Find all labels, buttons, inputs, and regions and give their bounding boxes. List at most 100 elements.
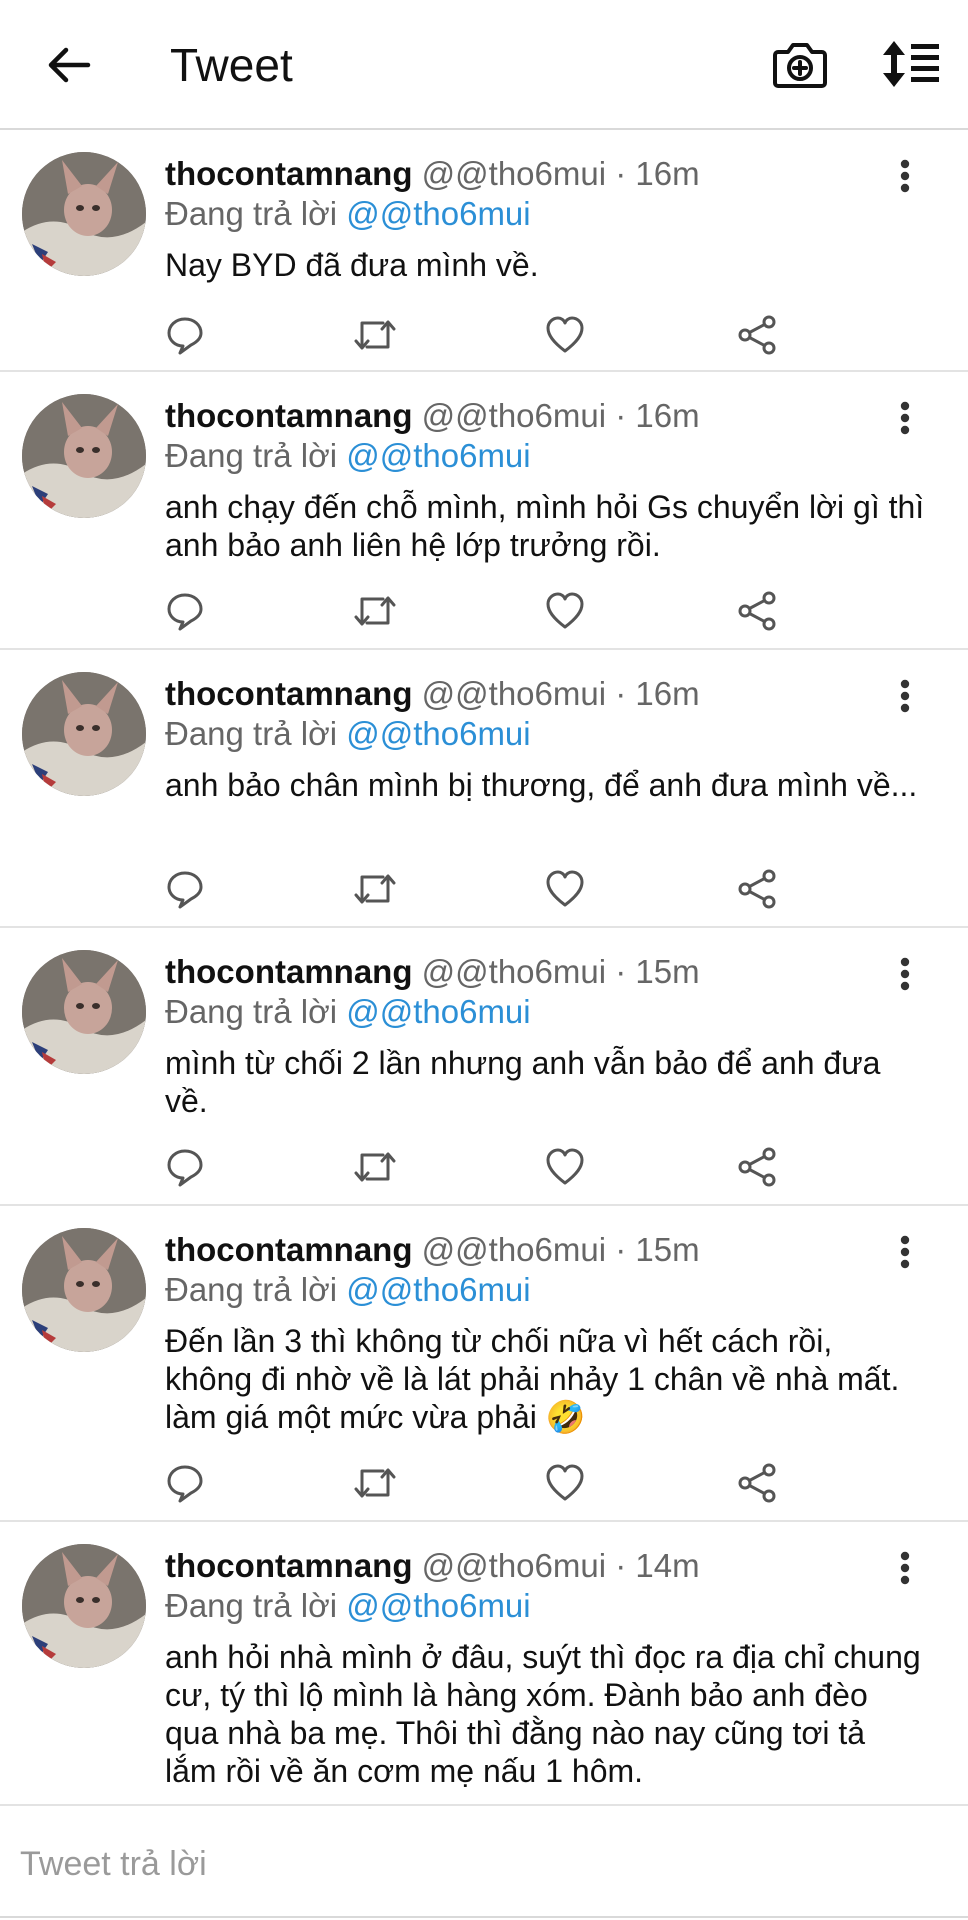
share-icon [738,869,776,909]
tweet-header: thocontamnang @@tho6mui · 15m [165,950,700,994]
tweet-item[interactable]: thocontamnang @@tho6mui · 14m Đang trả l… [0,1522,968,1806]
replying-to: Đang trả lời @@tho6mui [165,712,531,756]
replying-to-link[interactable]: @@tho6mui [346,993,530,1030]
camera-plus-icon [773,43,827,88]
tweet-time: 15m [635,1231,700,1268]
tweet-item[interactable]: thocontamnang @@tho6mui · 15m Đang trả l… [0,928,968,1206]
avatar[interactable] [22,1544,146,1668]
avatar[interactable] [22,672,146,796]
retweet-button[interactable] [350,586,400,636]
replying-to: Đang trả lời @@tho6mui [165,192,531,236]
reply-button[interactable] [160,864,210,914]
author-name[interactable]: thocontamnang [165,155,412,192]
replying-to-link[interactable]: @@tho6mui [346,437,530,474]
tweet-item[interactable]: thocontamnang @@tho6mui · 15m Đang trả l… [0,1206,968,1522]
more-options-button[interactable] [890,674,920,718]
more-vertical-icon [900,159,910,193]
retweet-icon [354,596,396,626]
more-vertical-icon [900,679,910,713]
share-icon [738,1147,776,1187]
tweet-text: Nay BYD đã đưa mình về. [165,247,539,283]
heart-icon [546,316,584,353]
author-name[interactable]: thocontamnang [165,953,412,990]
reply-icon [167,593,203,631]
author-handle: @@tho6mui [421,155,607,192]
like-button[interactable] [540,310,590,360]
tweet-time: 14m [635,1547,700,1584]
like-button[interactable] [540,586,590,636]
tweet-item[interactable]: thocontamnang @@tho6mui · 16m Đang trả l… [0,372,968,650]
avatar[interactable] [22,152,146,276]
back-button[interactable] [40,36,98,94]
like-button[interactable] [540,1142,590,1192]
retweet-button[interactable] [350,1142,400,1192]
separator-dot: · [615,1231,627,1268]
tweet-time: 15m [635,953,700,990]
reply-input[interactable] [0,1808,968,1920]
tweet-item[interactable]: thocontamnang @@tho6mui · 16m Đang trả l… [0,650,968,928]
tweet-header: thocontamnang @@tho6mui · 16m [165,152,700,196]
more-options-button[interactable] [890,396,920,440]
heart-icon [546,592,584,629]
like-button[interactable] [540,1458,590,1508]
tweet-time: 16m [635,155,700,192]
tweet-text: anh hỏi nhà mình ở đâu, suýt thì đọc ra … [165,1639,921,1789]
avatar[interactable] [22,950,146,1074]
camera-button[interactable] [770,34,830,94]
sort-list-icon [883,41,939,87]
share-button[interactable] [732,1142,782,1192]
tweet-text: anh bảo chân mình bị thương, để anh đưa … [165,767,918,803]
author-name[interactable]: thocontamnang [165,1231,412,1268]
separator-dot: · [615,397,627,434]
tweet-item[interactable]: thocontamnang @@tho6mui · 16m Đang trả l… [0,130,968,372]
author-handle: @@tho6mui [421,953,607,990]
replying-to: Đang trả lời @@tho6mui [165,1268,531,1312]
reply-icon [167,1149,203,1187]
separator-dot: · [615,953,627,990]
page-title: Tweet [170,39,293,91]
replying-to-label: Đang trả lời [165,993,338,1030]
author-name[interactable]: thocontamnang [165,675,412,712]
more-options-button[interactable] [890,1230,920,1274]
replying-to-link[interactable]: @@tho6mui [346,1271,530,1308]
more-options-button[interactable] [890,1546,920,1590]
tweet-header: thocontamnang @@tho6mui · 15m [165,1228,700,1272]
replying-to-label: Đang trả lời [165,195,338,232]
share-button[interactable] [732,586,782,636]
more-options-button[interactable] [890,154,920,198]
composer-divider [0,1916,968,1918]
replying-to-link[interactable]: @@tho6mui [346,715,530,752]
share-icon [738,591,776,631]
top-app-bar: Tweet [0,0,968,130]
author-handle: @@tho6mui [421,1231,607,1268]
share-button[interactable] [732,864,782,914]
more-options-button[interactable] [890,952,920,996]
author-name[interactable]: thocontamnang [165,397,412,434]
more-vertical-icon [900,1235,910,1269]
reply-button[interactable] [160,310,210,360]
avatar[interactable] [22,394,146,518]
replying-to: Đang trả lời @@tho6mui [165,1584,531,1628]
cat-avatar-image [22,950,146,1074]
share-button[interactable] [732,310,782,360]
replying-to-link[interactable]: @@tho6mui [346,1587,530,1624]
reply-composer [0,1808,968,1920]
avatar[interactable] [22,1228,146,1352]
reply-button[interactable] [160,586,210,636]
retweet-button[interactable] [350,310,400,360]
reply-button[interactable] [160,1458,210,1508]
retweet-button[interactable] [350,864,400,914]
reply-button[interactable] [160,1142,210,1192]
author-handle: @@tho6mui [421,1547,607,1584]
replying-to-link[interactable]: @@tho6mui [346,195,530,232]
like-button[interactable] [540,864,590,914]
share-button[interactable] [732,1458,782,1508]
author-name[interactable]: thocontamnang [165,1547,412,1584]
tweet-actions [0,1142,968,1192]
retweet-button[interactable] [350,1458,400,1508]
heart-icon [546,870,584,907]
author-handle: @@tho6mui [421,397,607,434]
more-vertical-icon [900,1551,910,1585]
sort-button[interactable] [880,34,942,94]
cat-avatar-image [22,672,146,796]
